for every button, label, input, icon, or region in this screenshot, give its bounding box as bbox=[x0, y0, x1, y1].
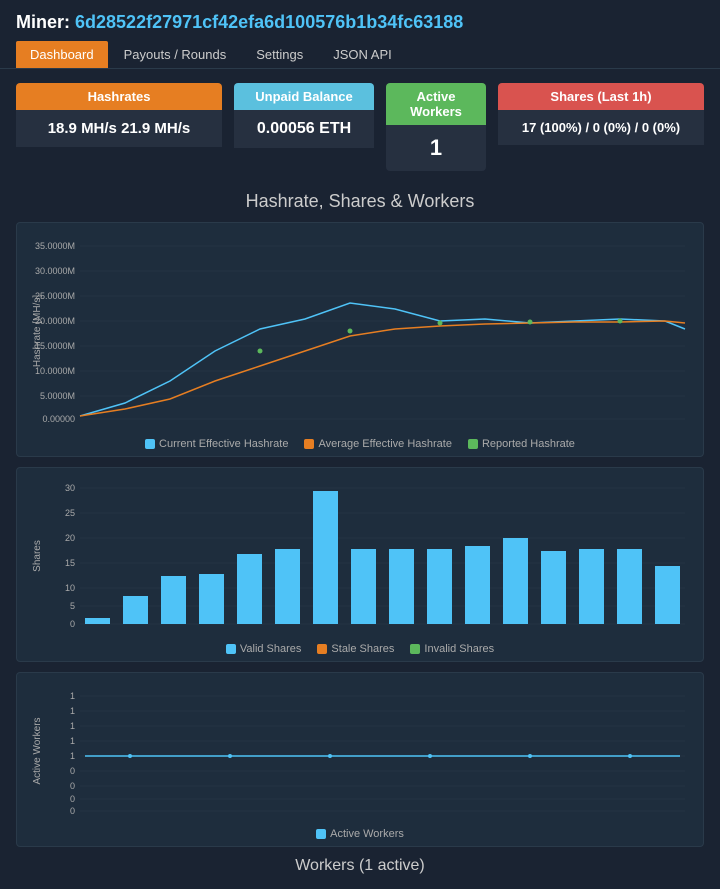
legend-valid-shares: Valid Shares bbox=[226, 643, 302, 655]
svg-text:0: 0 bbox=[70, 766, 75, 776]
svg-text:1: 1 bbox=[70, 721, 75, 731]
unpaid-title: Unpaid Balance bbox=[234, 83, 374, 110]
svg-text:0: 0 bbox=[70, 781, 75, 791]
svg-text:15.0000M: 15.0000M bbox=[35, 341, 75, 351]
hashrates-card: Hashrates 18.9 MH/s 21.9 MH/s bbox=[16, 83, 222, 171]
hashrates-title: Hashrates bbox=[16, 83, 222, 110]
miner-title: Miner: 6d28522f27971cf42efa6d100576b1b34… bbox=[16, 12, 704, 33]
legend-dot-workers bbox=[316, 829, 326, 839]
svg-text:30: 30 bbox=[65, 483, 75, 493]
shares-legend: Valid Shares Stale Shares Invalid Shares bbox=[25, 643, 695, 655]
svg-text:20.0000M: 20.0000M bbox=[35, 316, 75, 326]
legend-active-workers: Active Workers bbox=[316, 828, 404, 840]
shares-value: 17 (100%) / 0 (0%) / 0 (0%) bbox=[498, 110, 704, 145]
workers-chart: Active Workers 1 1 1 1 1 0 0 0 0 bbox=[25, 681, 695, 821]
svg-text:35.0000M: 35.0000M bbox=[35, 241, 75, 251]
svg-text:Active Workers: Active Workers bbox=[32, 717, 43, 784]
shares-chart-container: Shares 30 25 20 15 10 5 0 bbox=[16, 467, 704, 662]
legend-label-reported: Reported Hashrate bbox=[482, 438, 575, 450]
svg-text:0: 0 bbox=[70, 806, 75, 816]
svg-text:30.0000M: 30.0000M bbox=[35, 266, 75, 276]
legend-current-hashrate: Current Effective Hashrate bbox=[145, 438, 288, 450]
legend-label-valid: Valid Shares bbox=[240, 643, 302, 655]
svg-text:Hashrate [MH/s]: Hashrate [MH/s] bbox=[32, 295, 43, 367]
workers-legend: Active Workers bbox=[25, 828, 695, 840]
legend-reported-hashrate: Reported Hashrate bbox=[468, 438, 575, 450]
legend-dot-current bbox=[145, 439, 155, 449]
svg-text:15: 15 bbox=[65, 558, 75, 568]
legend-dot-reported bbox=[468, 439, 478, 449]
nav-settings[interactable]: Settings bbox=[242, 41, 317, 68]
legend-dot-valid bbox=[226, 644, 236, 654]
unpaid-card: Unpaid Balance 0.00056 ETH bbox=[234, 83, 374, 171]
legend-dot-avg bbox=[304, 439, 314, 449]
svg-text:10.0000M: 10.0000M bbox=[35, 366, 75, 376]
svg-text:1: 1 bbox=[70, 751, 75, 761]
workers-title: Active Workers bbox=[386, 83, 486, 125]
svg-text:1: 1 bbox=[70, 736, 75, 746]
nav-payouts[interactable]: Payouts / Rounds bbox=[110, 41, 241, 68]
shares-chart: Shares 30 25 20 15 10 5 0 bbox=[25, 476, 695, 636]
svg-text:5.0000M: 5.0000M bbox=[40, 391, 75, 401]
svg-text:1: 1 bbox=[70, 706, 75, 716]
chart-section-title: Hashrate, Shares & Workers bbox=[16, 191, 704, 212]
workers-value: 1 bbox=[386, 125, 486, 171]
svg-text:20: 20 bbox=[65, 533, 75, 543]
legend-avg-hashrate: Average Effective Hashrate bbox=[304, 438, 452, 450]
legend-stale-shares: Stale Shares bbox=[317, 643, 394, 655]
hashrate-chart: Hashrate [MH/s] 35.0000M 30.0000M 25.000… bbox=[25, 231, 695, 431]
legend-dot-invalid bbox=[410, 644, 420, 654]
svg-text:25: 25 bbox=[65, 508, 75, 518]
svg-text:25.0000M: 25.0000M bbox=[35, 291, 75, 301]
hashrate-chart-container: Hashrate [MH/s] 35.0000M 30.0000M 25.000… bbox=[16, 222, 704, 457]
nav-jsonapi[interactable]: JSON API bbox=[319, 41, 406, 68]
unpaid-value: 0.00056 ETH bbox=[234, 110, 374, 148]
nav-bar: Dashboard Payouts / Rounds Settings JSON… bbox=[16, 41, 704, 68]
legend-dot-stale bbox=[317, 644, 327, 654]
svg-text:Shares: Shares bbox=[32, 540, 43, 572]
legend-label-workers: Active Workers bbox=[330, 828, 404, 840]
svg-text:0.00000: 0.00000 bbox=[42, 414, 75, 424]
legend-label-current: Current Effective Hashrate bbox=[159, 438, 288, 450]
legend-label-avg: Average Effective Hashrate bbox=[318, 438, 452, 450]
svg-text:0: 0 bbox=[70, 794, 75, 804]
svg-text:10: 10 bbox=[65, 583, 75, 593]
miner-label: Miner: bbox=[16, 12, 70, 32]
legend-label-stale: Stale Shares bbox=[331, 643, 394, 655]
miner-hash: 6d28522f27971cf42efa6d100576b1b34fc63188 bbox=[75, 12, 463, 32]
shares-title: Shares (Last 1h) bbox=[498, 83, 704, 110]
workers-chart-container: Active Workers 1 1 1 1 1 0 0 0 0 bbox=[16, 672, 704, 847]
workers-section-title: Workers (1 active) bbox=[16, 857, 704, 875]
legend-invalid-shares: Invalid Shares bbox=[410, 643, 494, 655]
header: Miner: 6d28522f27971cf42efa6d100576b1b34… bbox=[0, 0, 720, 69]
hashrates-value: 18.9 MH/s 21.9 MH/s bbox=[16, 110, 222, 147]
svg-text:0: 0 bbox=[70, 619, 75, 629]
svg-text:1: 1 bbox=[70, 691, 75, 701]
legend-label-invalid: Invalid Shares bbox=[424, 643, 494, 655]
svg-text:5: 5 bbox=[70, 601, 75, 611]
shares-card: Shares (Last 1h) 17 (100%) / 0 (0%) / 0 … bbox=[498, 83, 704, 171]
hashrate-legend: Current Effective Hashrate Average Effec… bbox=[25, 438, 695, 450]
workers-card: Active Workers 1 bbox=[386, 83, 486, 171]
stats-row: Hashrates 18.9 MH/s 21.9 MH/s Unpaid Bal… bbox=[16, 83, 704, 171]
main-content: Hashrates 18.9 MH/s 21.9 MH/s Unpaid Bal… bbox=[0, 69, 720, 889]
nav-dashboard[interactable]: Dashboard bbox=[16, 41, 108, 68]
